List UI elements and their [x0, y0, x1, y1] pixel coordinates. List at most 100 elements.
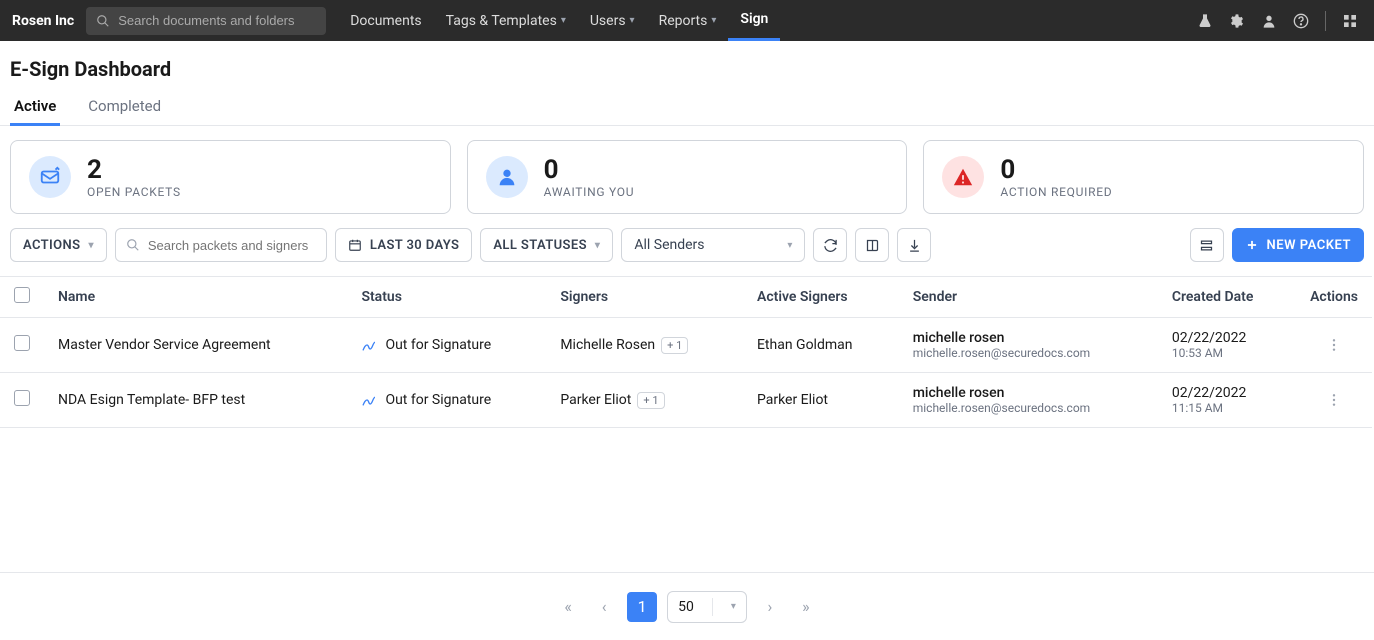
- stat-value: 2: [87, 155, 181, 185]
- help-icon[interactable]: [1293, 13, 1309, 29]
- refresh-button[interactable]: [813, 228, 847, 262]
- list-layout-icon: [1199, 238, 1214, 253]
- dashboard-tabs: Active Completed: [0, 89, 1374, 126]
- sender-filter-select[interactable]: All Senders ▾: [621, 228, 805, 262]
- page-size-select[interactable]: 50 ▾: [667, 591, 747, 623]
- packet-search[interactable]: [115, 228, 327, 262]
- search-icon: [126, 238, 140, 252]
- nav-utility-icons: [1181, 11, 1374, 31]
- row-menu-button[interactable]: [1310, 337, 1358, 353]
- tab-completed[interactable]: Completed: [84, 89, 165, 125]
- gear-icon[interactable]: [1229, 13, 1245, 29]
- alert-triangle-icon: [942, 156, 984, 198]
- stat-awaiting-you[interactable]: 0 AWAITING YOU: [467, 140, 908, 214]
- book-icon: [865, 238, 880, 253]
- chevron-down-icon: ▾: [630, 15, 635, 26]
- more-vertical-icon: [1326, 337, 1342, 353]
- chevron-down-icon: ▾: [711, 15, 716, 26]
- new-packet-button[interactable]: NEW PACKET: [1232, 228, 1364, 262]
- refresh-icon: [823, 238, 838, 253]
- envelope-up-icon: [29, 156, 71, 198]
- cell-created-date: 02/22/2022 10:53 AM: [1158, 318, 1296, 373]
- status-filter-button[interactable]: ALL STATUSES ▾: [480, 228, 613, 262]
- table-toolbar: ACTIONS ▾ LAST 30 DAYS ALL STATUSES ▾ Al…: [0, 228, 1374, 276]
- view-toggle-button[interactable]: [1190, 228, 1224, 262]
- chevron-down-icon: ▾: [787, 240, 792, 251]
- signer-count-badge: + 1: [637, 392, 664, 409]
- nav-documents[interactable]: Documents: [338, 0, 433, 41]
- cell-name: Master Vendor Service Agreement: [44, 318, 347, 373]
- last-page-button[interactable]: »: [793, 594, 819, 620]
- signer-count-badge: + 1: [661, 337, 688, 354]
- stat-cards: 2 OPEN PACKETS 0 AWAITING YOU 0 ACTION R…: [0, 126, 1374, 228]
- col-status[interactable]: Status: [347, 277, 546, 318]
- col-sender[interactable]: Sender: [899, 277, 1158, 318]
- nav-items: Documents Tags & Templates▾ Users▾ Repor…: [338, 0, 780, 41]
- col-active-signers[interactable]: Active Signers: [743, 277, 899, 318]
- cell-status: Out for Signature: [347, 373, 546, 428]
- chevron-down-icon: ▾: [731, 601, 736, 612]
- stat-label: OPEN PACKETS: [87, 185, 181, 199]
- page-number[interactable]: 1: [627, 592, 657, 622]
- global-search[interactable]: [86, 7, 326, 35]
- nav-users[interactable]: Users▾: [578, 0, 647, 41]
- chevron-down-icon: ▾: [595, 240, 600, 251]
- stat-label: ACTION REQUIRED: [1000, 185, 1112, 199]
- next-page-button[interactable]: ›: [757, 594, 783, 620]
- cell-active-signers: Parker Eliot: [743, 373, 899, 428]
- download-button[interactable]: [897, 228, 931, 262]
- row-checkbox[interactable]: [14, 335, 30, 351]
- person-icon: [486, 156, 528, 198]
- table-header-row: Name Status Signers Active Signers Sende…: [0, 277, 1372, 318]
- nav-sign[interactable]: Sign: [728, 0, 780, 41]
- cell-sender: michelle rosen michelle.rosen@securedocs…: [899, 318, 1158, 373]
- bulk-actions-button[interactable]: ACTIONS ▾: [10, 228, 107, 262]
- cell-active-signers: Ethan Goldman: [743, 318, 899, 373]
- col-created-date[interactable]: Created Date: [1158, 277, 1296, 318]
- select-all-checkbox[interactable]: [14, 287, 30, 303]
- top-nav: Rosen Inc Documents Tags & Templates▾ Us…: [0, 0, 1374, 41]
- user-icon[interactable]: [1261, 13, 1277, 29]
- row-checkbox[interactable]: [14, 390, 30, 406]
- signature-icon: [361, 392, 377, 408]
- stat-action-required[interactable]: 0 ACTION REQUIRED: [923, 140, 1364, 214]
- calendar-icon: [348, 238, 362, 252]
- download-icon: [907, 238, 922, 253]
- first-page-button[interactable]: «: [555, 594, 581, 620]
- tab-active[interactable]: Active: [10, 89, 60, 126]
- cell-signers: Michelle Rosen+ 1: [546, 318, 743, 373]
- cell-created-date: 02/22/2022 11:15 AM: [1158, 373, 1296, 428]
- nav-tags-templates[interactable]: Tags & Templates▾: [434, 0, 578, 41]
- row-menu-button[interactable]: [1310, 392, 1358, 408]
- brand-name: Rosen Inc: [0, 13, 86, 29]
- stat-value: 0: [1000, 155, 1112, 185]
- nav-reports[interactable]: Reports▾: [647, 0, 729, 41]
- cell-name: NDA Esign Template- BFP test: [44, 373, 347, 428]
- date-filter-button[interactable]: LAST 30 DAYS: [335, 228, 472, 262]
- cell-signers: Parker Eliot+ 1: [546, 373, 743, 428]
- global-search-input[interactable]: [118, 13, 316, 28]
- col-signers[interactable]: Signers: [546, 277, 743, 318]
- stat-open-packets[interactable]: 2 OPEN PACKETS: [10, 140, 451, 214]
- plus-icon: [1245, 238, 1259, 252]
- col-name[interactable]: Name: [44, 277, 347, 318]
- apps-grid-icon[interactable]: [1342, 13, 1358, 29]
- cell-status: Out for Signature: [347, 318, 546, 373]
- more-vertical-icon: [1326, 392, 1342, 408]
- page-title: E-Sign Dashboard: [0, 41, 1374, 89]
- divider: [1325, 11, 1326, 31]
- packet-search-input[interactable]: [148, 238, 316, 253]
- cell-sender: michelle rosen michelle.rosen@securedocs…: [899, 373, 1158, 428]
- flask-icon[interactable]: [1197, 13, 1213, 29]
- signature-icon: [361, 337, 377, 353]
- address-book-button[interactable]: [855, 228, 889, 262]
- col-actions: Actions: [1296, 277, 1372, 318]
- chevron-down-icon: ▾: [88, 240, 93, 251]
- prev-page-button[interactable]: ‹: [591, 594, 617, 620]
- stat-value: 0: [544, 155, 635, 185]
- table-row[interactable]: NDA Esign Template- BFP test Out for Sig…: [0, 373, 1372, 428]
- pagination: « ‹ 1 50 ▾ › »: [0, 572, 1374, 640]
- packets-table: Name Status Signers Active Signers Sende…: [0, 276, 1372, 428]
- stat-label: AWAITING YOU: [544, 185, 635, 199]
- table-row[interactable]: Master Vendor Service Agreement Out for …: [0, 318, 1372, 373]
